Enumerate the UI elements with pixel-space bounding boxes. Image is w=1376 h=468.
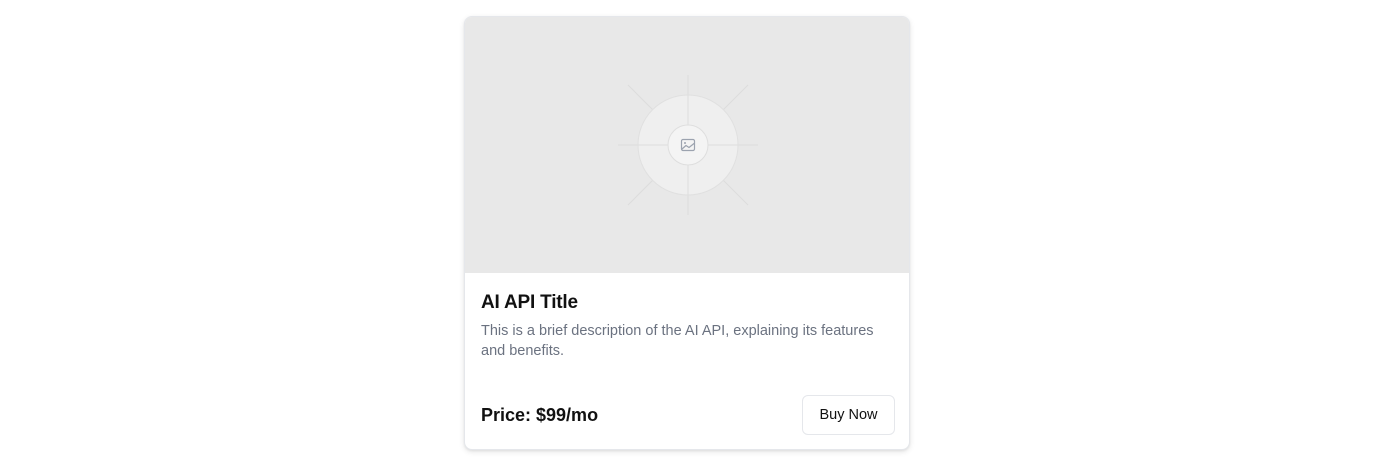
image-placeholder [465, 17, 909, 273]
product-card: AI API Title This is a brief description… [464, 16, 910, 450]
card-body: AI API Title This is a brief description… [481, 289, 895, 361]
card-title: AI API Title [481, 292, 578, 313]
placeholder-graphic [618, 75, 758, 215]
price-label: Price: $99/mo [481, 405, 599, 425]
buy-now-button[interactable]: Buy Now [802, 395, 895, 435]
card-description: This is a brief description of the AI AP… [481, 323, 874, 359]
